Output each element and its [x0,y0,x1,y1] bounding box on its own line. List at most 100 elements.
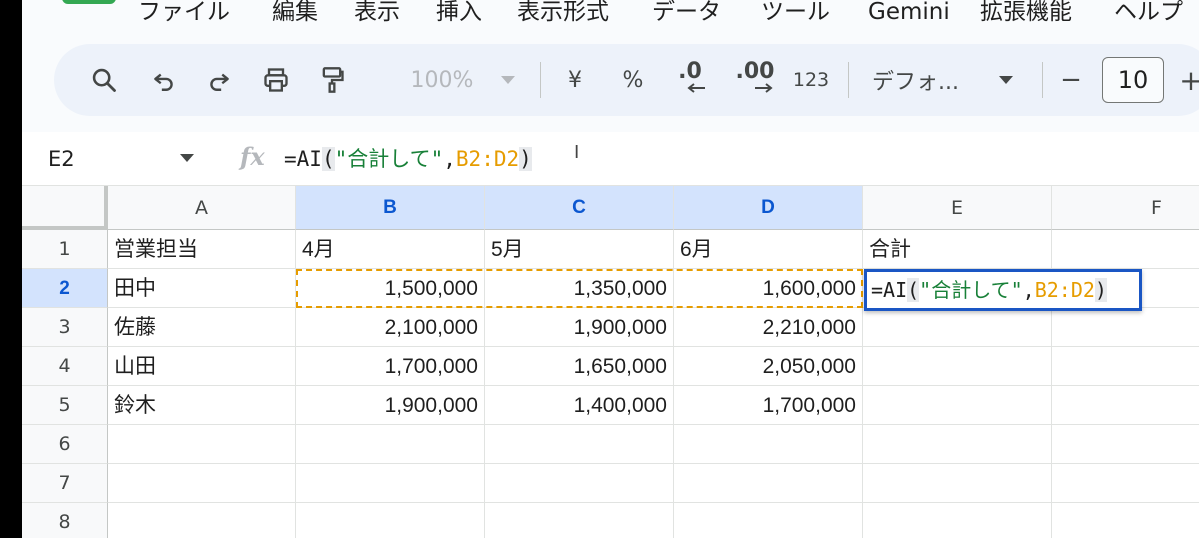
undo-button[interactable] [144,44,184,116]
cell-b3[interactable]: 2,100,000 [296,308,485,347]
row-header-1[interactable]: 1 [22,230,108,269]
active-cell-editor[interactable]: =AI("合計して",B2:D2) [864,269,1142,311]
decrease-font-size-button[interactable]: − [1056,44,1086,116]
chevron-down-icon[interactable] [180,154,194,162]
redo-icon [210,73,229,91]
zoom-dropdown[interactable] [496,44,520,116]
cell-d8[interactable] [674,503,863,538]
menu-gemini[interactable]: Gemini [868,0,950,32]
row-header-5[interactable]: 5 [22,386,108,425]
toolbar: 100% ¥ % .0 .00 123 デフォ... − 10 + [54,44,1199,116]
row-header-3[interactable]: 3 [22,308,108,347]
formula-prefix: =AI [284,147,322,171]
cell-f4[interactable] [1052,347,1199,386]
paint-format-button[interactable] [310,44,354,116]
cell-b2[interactable]: 1,500,000 [296,269,485,308]
select-all-corner[interactable] [22,186,108,230]
cell-d7[interactable] [674,464,863,503]
cell-b5[interactable]: 1,900,000 [296,386,485,425]
increase-decimal-button[interactable]: .00 [728,44,782,116]
cell-f3[interactable] [1052,308,1199,347]
cell-e8[interactable] [863,503,1052,538]
column-header-f[interactable]: F [1052,186,1199,230]
zoom-select[interactable]: 100% [402,44,482,116]
print-button[interactable] [254,44,298,116]
font-select[interactable]: デフォ... [872,44,988,116]
row-header-2[interactable]: 2 [22,269,108,308]
editor-formula-comma: , [1022,278,1035,302]
font-dropdown[interactable] [994,44,1018,116]
cell-d1[interactable]: 6月 [674,230,863,269]
sheets-logo[interactable] [62,0,116,4]
menu-tools[interactable]: ツール [761,0,830,32]
cell-b4[interactable]: 1,700,000 [296,347,485,386]
row-header-7[interactable]: 7 [22,464,108,503]
formula-comma: , [443,147,456,171]
row-header-8[interactable]: 8 [22,503,108,538]
cell-c1[interactable]: 5月 [485,230,674,269]
percent-format-button[interactable]: % [616,44,650,116]
cell-c4[interactable]: 1,650,000 [485,347,674,386]
cell-e3[interactable] [863,308,1052,347]
cell-c5[interactable]: 1,400,000 [485,386,674,425]
cell-a5[interactable]: 鈴木 [108,386,296,425]
cell-f1[interactable] [1052,230,1199,269]
cell-b1[interactable]: 4月 [296,230,485,269]
cell-d5[interactable]: 1,700,000 [674,386,863,425]
column-header-e[interactable]: E [863,186,1052,230]
cell-c3[interactable]: 1,900,000 [485,308,674,347]
cell-a2[interactable]: 田中 [108,269,296,308]
cell-f8[interactable] [1052,503,1199,538]
currency-format-button[interactable]: ¥ [558,44,592,116]
more-formats-button[interactable]: 123 [788,44,834,116]
formula-close-paren: ) [519,147,532,171]
text-cursor-icon: I [574,142,580,163]
cell-c2[interactable]: 1,350,000 [485,269,674,308]
menu-edit[interactable]: 編集 [272,0,318,32]
decrease-decimal-button[interactable]: .0 [668,44,712,116]
formula-input[interactable]: =AI("合計して",B2:D2) [284,132,532,186]
row-header-4[interactable]: 4 [22,347,108,386]
cell-e6[interactable] [863,425,1052,464]
cell-a3[interactable]: 佐藤 [108,308,296,347]
redo-button[interactable] [199,44,239,116]
cell-a6[interactable] [108,425,296,464]
cell-b8[interactable] [296,503,485,538]
menu-insert[interactable]: 挿入 [436,0,482,32]
menu-data[interactable]: データ [652,0,721,32]
cell-b6[interactable] [296,425,485,464]
cell-f6[interactable] [1052,425,1199,464]
cell-e1[interactable]: 合計 [863,230,1052,269]
cell-e5[interactable] [863,386,1052,425]
cell-c7[interactable] [485,464,674,503]
name-box[interactable]: E2 [48,132,75,186]
cell-d6[interactable] [674,425,863,464]
menu-extensions[interactable]: 拡張機能 [980,0,1072,32]
column-header-c[interactable]: C [485,186,674,230]
menu-format[interactable]: 表示形式 [517,0,609,32]
cell-f5[interactable] [1052,386,1199,425]
column-header-d[interactable]: D [674,186,863,230]
increase-font-size-button[interactable]: + [1174,44,1199,116]
column-header-b[interactable]: B [296,186,485,230]
menu-file[interactable]: ファイル [138,0,230,32]
cell-d3[interactable]: 2,210,000 [674,308,863,347]
cell-b7[interactable] [296,464,485,503]
cell-c6[interactable] [485,425,674,464]
cell-d4[interactable]: 2,050,000 [674,347,863,386]
search-menus-button[interactable] [84,44,124,116]
cell-a8[interactable] [108,503,296,538]
cell-a1[interactable]: 営業担当 [108,230,296,269]
cell-e4[interactable] [863,347,1052,386]
cell-d2[interactable]: 1,600,000 [674,269,863,308]
cell-a7[interactable] [108,464,296,503]
cell-e7[interactable] [863,464,1052,503]
menu-view[interactable]: 表示 [354,0,400,32]
cell-f7[interactable] [1052,464,1199,503]
cell-a4[interactable]: 山田 [108,347,296,386]
font-size-input[interactable]: 10 [1102,57,1164,103]
row-header-6[interactable]: 6 [22,425,108,464]
column-header-a[interactable]: A [108,186,296,230]
cell-c8[interactable] [485,503,674,538]
menu-help[interactable]: ヘルプ [1114,0,1183,32]
